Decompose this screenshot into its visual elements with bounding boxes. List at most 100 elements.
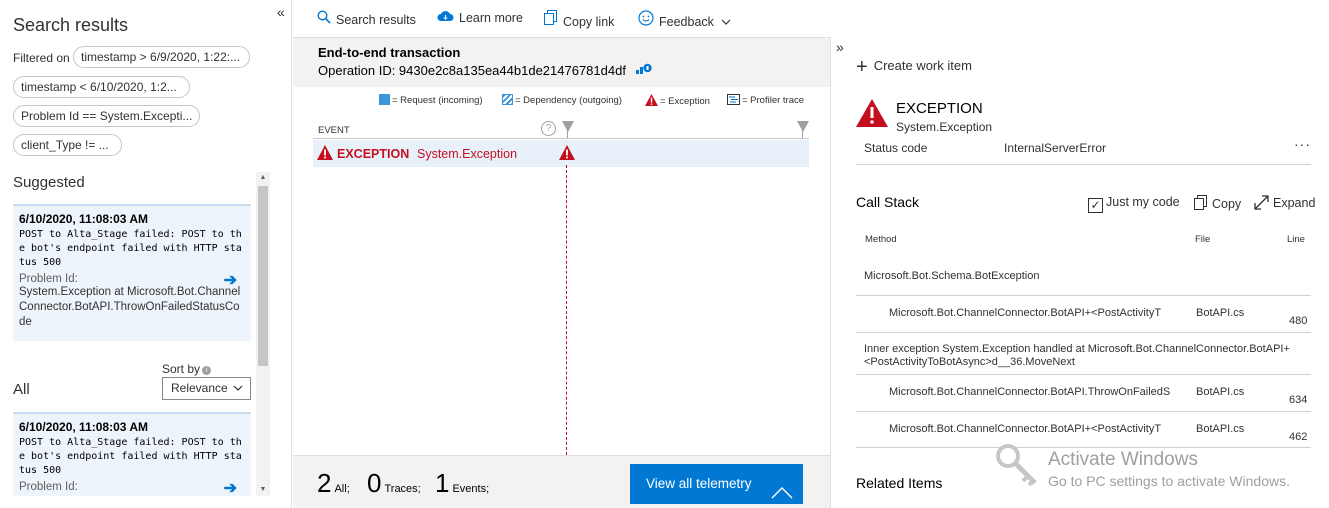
scrollbar-thumb[interactable] xyxy=(258,186,268,366)
stack-frame-row[interactable]: Microsoft.Bot.ChannelConnector.BotAPI+<P… xyxy=(856,412,1311,448)
count-all-number: 2 xyxy=(317,468,332,498)
analytics-icon[interactable] xyxy=(635,63,652,80)
stack-frame-row[interactable]: Inner exception System.Exception handled… xyxy=(856,333,1311,374)
toolbar: Search results Learn more Copy link Feed… xyxy=(293,0,1329,37)
telemetry-summary-bar: 2 All; 0 Traces; 1 Events; View all telemet… xyxy=(293,455,830,508)
chevron-down-icon xyxy=(721,15,731,29)
result-message: POST to Alta_Stage failed: POST to the b… xyxy=(19,229,242,268)
create-work-item-label: Create work item xyxy=(873,58,972,73)
exception-warning-icon xyxy=(317,145,333,163)
result-timestamp: 6/10/2020, 11:08:03 AM xyxy=(19,212,148,226)
copy-icon xyxy=(1194,195,1208,214)
scroll-down-icon[interactable]: ▼ xyxy=(256,484,270,496)
status-code-value: InternalServerError xyxy=(1004,141,1107,155)
more-options-icon[interactable]: ··· xyxy=(1294,136,1311,152)
activate-windows-watermark: Activate Windows Go to PC settings to ac… xyxy=(1048,449,1290,489)
problem-id-value: System.Exception at Microsoft.Bot.Channe… xyxy=(19,286,241,328)
cloud-icon xyxy=(437,10,454,25)
transaction-title: End-to-end transaction xyxy=(318,45,461,60)
timeline-start-marker-icon[interactable] xyxy=(562,121,574,132)
stack-frame-method: Microsoft.Bot.Schema.BotException xyxy=(864,270,1040,282)
learn-more-button[interactable]: Learn more xyxy=(437,10,523,25)
stack-frame-method: Microsoft.Bot.ChannelConnector.BotAPI.Th… xyxy=(889,386,1171,398)
stack-frame-line: 634 xyxy=(1289,394,1308,406)
stack-frame-method: Microsoft.Bot.ChannelConnector.BotAPI+<P… xyxy=(889,307,1162,319)
count-events: 1 Events; xyxy=(435,468,489,499)
event-row-exception[interactable]: EXCEPTION System.Exception xyxy=(313,140,809,167)
filter-pill-client-type[interactable]: client_Type != ... xyxy=(13,134,122,156)
all-result-item[interactable]: 6/10/2020, 11:08:03 AM POST to Alta_Stag… xyxy=(13,412,251,496)
count-all-label: All; xyxy=(334,483,350,495)
filter-pill-timestamp-start[interactable]: timestamp > 6/9/2020, 1:22:... xyxy=(73,46,250,68)
search-results-pane: Search results « Filtered on timestamp >… xyxy=(0,0,292,508)
related-items-heading: Related Items xyxy=(856,475,943,491)
transaction-header: End-to-end transaction Operation ID: 943… xyxy=(293,37,830,87)
suggested-result-item[interactable]: 6/10/2020, 11:08:03 AM POST to Alta_Stag… xyxy=(13,204,251,341)
results-scrollbar[interactable]: ▲ ▼ xyxy=(256,172,270,496)
search-results-button[interactable]: Search results xyxy=(317,10,416,27)
stack-frame-row[interactable]: Microsoft.Bot.ChannelConnector.BotAPI+<P… xyxy=(856,296,1311,332)
copy-label: Copy xyxy=(1212,197,1242,211)
exception-timeline-line xyxy=(566,165,567,455)
timeline-end-marker-icon[interactable] xyxy=(797,121,809,132)
copy-stack-button[interactable]: Copy xyxy=(1194,195,1241,214)
collapse-pane-button[interactable]: « xyxy=(277,4,285,20)
checkbox-checked-icon[interactable]: ✓ xyxy=(1088,198,1103,213)
problem-id-label: Problem Id: xyxy=(19,481,78,493)
count-traces: 0 Traces; xyxy=(367,468,421,499)
filter-pill-problem-id[interactable]: Problem Id == System.Excepti... xyxy=(13,105,200,127)
info-icon: i xyxy=(202,366,212,375)
key-icon xyxy=(995,443,1041,492)
legend-profiler: = Profiler trace xyxy=(727,94,804,108)
event-exception-type: System.Exception xyxy=(417,147,518,161)
create-work-item-button[interactable]: + Create work item xyxy=(856,56,972,79)
feedback-button[interactable]: Feedback xyxy=(638,10,731,29)
timeline-end-line xyxy=(802,121,803,139)
sort-dropdown-value: Relevance xyxy=(171,381,228,395)
expand-stack-button[interactable]: Expand xyxy=(1254,195,1315,213)
details-pane: » + Create work item EXCEPTION System.Exc… xyxy=(830,37,1329,508)
profiler-trace-icon xyxy=(727,94,740,108)
stack-frame-row[interactable]: Microsoft.Bot.Schema.BotException xyxy=(856,259,1311,295)
legend-dependency: = Dependency (outgoing) xyxy=(502,94,622,106)
view-all-telemetry-button[interactable]: View all telemetry xyxy=(630,464,803,504)
exception-warning-icon xyxy=(856,99,888,130)
stack-frame-file: BotAPI.cs xyxy=(1196,423,1245,435)
count-traces-label: Traces; xyxy=(384,483,421,495)
stack-frame-method: Inner exception System.Exception handled… xyxy=(864,343,1290,368)
filter-pill-timestamp-end[interactable]: timestamp < 6/10/2020, 1:2... xyxy=(13,76,190,98)
divider xyxy=(856,164,1311,165)
sort-dropdown[interactable]: Relevance xyxy=(162,377,251,400)
operation-id-text: Operation ID: 9430e2c8a135ea44b1de214767… xyxy=(318,63,626,78)
event-header-divider xyxy=(313,138,809,139)
exception-title: EXCEPTION xyxy=(896,100,983,117)
expand-pane-button[interactable]: » xyxy=(836,39,844,55)
activate-windows-subtitle: Go to PC settings to activate Windows. xyxy=(1048,473,1290,489)
help-icon[interactable]: ? xyxy=(541,121,556,136)
sort-by-label: Sort by i xyxy=(162,362,212,376)
copy-link-button[interactable]: Copy link xyxy=(544,10,614,29)
sort-by-text: Sort by xyxy=(162,362,201,376)
chevron-down-icon xyxy=(233,378,243,407)
arrow-right-icon[interactable]: ➔ xyxy=(224,270,237,290)
stack-frame-file: BotAPI.cs xyxy=(1196,386,1245,398)
file-column-header: File xyxy=(1195,234,1211,245)
feedback-label: Feedback xyxy=(659,15,714,29)
problem-id-label: Problem Id: xyxy=(19,273,78,285)
stack-frame-line: 480 xyxy=(1289,315,1308,327)
stack-frame-file: BotAPI.cs xyxy=(1196,307,1245,319)
legend-profiler-label: = Profiler trace xyxy=(742,95,805,106)
result-message: POST to Alta_Stage failed: POST to the b… xyxy=(19,437,242,476)
expand-icon xyxy=(1254,195,1269,213)
call-stack-title: Call Stack xyxy=(856,194,920,210)
request-square-icon xyxy=(379,94,390,105)
scroll-up-icon[interactable]: ▲ xyxy=(256,172,270,184)
learn-more-label: Learn more xyxy=(459,11,523,25)
arrow-right-icon[interactable]: ➔ xyxy=(224,478,237,496)
timeline-exception-icon[interactable] xyxy=(559,145,575,163)
smiley-icon xyxy=(638,10,654,29)
expand-label: Expand xyxy=(1273,196,1316,210)
stack-frame-row[interactable]: Microsoft.Bot.ChannelConnector.BotAPI.Th… xyxy=(856,375,1311,411)
event-column-header: EVENT xyxy=(318,125,350,136)
just-my-code-checkbox[interactable]: ✓ Just my code xyxy=(1088,195,1180,213)
